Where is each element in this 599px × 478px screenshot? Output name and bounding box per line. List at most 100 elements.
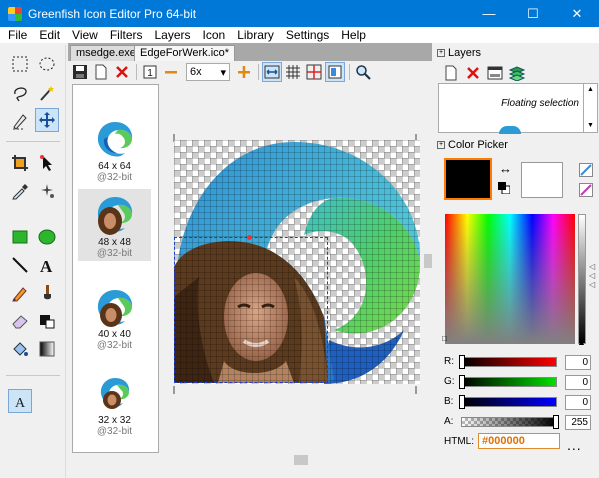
fill-tool[interactable] [35, 309, 59, 333]
menu-help[interactable]: Help [335, 28, 372, 42]
zoom-out-button[interactable] [161, 62, 181, 82]
save-button[interactable] [70, 62, 90, 82]
secondary-color-swatch[interactable] [521, 162, 563, 198]
color-picker-header[interactable]: + Color Picker [437, 138, 508, 152]
zoom-in-button[interactable] [234, 62, 254, 82]
close-button[interactable]: ✕ [555, 0, 599, 27]
list-item[interactable]: 32 x 32 @32-bit [78, 367, 151, 437]
menu-icon[interactable]: Icon [197, 28, 232, 42]
red-label: R: [444, 356, 454, 367]
canvas-area[interactable] [160, 84, 432, 454]
sparkle-tool[interactable] [35, 179, 59, 203]
ellipse-tool[interactable] [35, 225, 59, 249]
minimize-button[interactable]: — [467, 0, 511, 27]
move-tool[interactable] [35, 108, 59, 132]
list-item[interactable]: 40 x 40 @32-bit [78, 281, 151, 351]
frame-number-button[interactable]: 1 [140, 62, 160, 82]
pen-select-tool[interactable] [8, 109, 32, 133]
collapse-icon[interactable]: + [437, 49, 445, 57]
blue-slider-knob[interactable] [459, 395, 465, 409]
more-colors-button[interactable]: ... [567, 437, 582, 453]
brush-tool[interactable] [35, 281, 59, 305]
eyedropper-tool[interactable] [8, 179, 32, 203]
vertical-scrollbar-thumb[interactable] [424, 254, 432, 268]
new-layer-button[interactable] [441, 63, 461, 83]
center-guide-button[interactable] [304, 62, 324, 82]
maximize-button[interactable]: ☐ [511, 0, 555, 27]
scroll-down-arrow-icon[interactable]: ▼ [587, 122, 594, 129]
horizontal-scrollbar-thumb[interactable] [294, 455, 308, 465]
menu-layers[interactable]: Layers [149, 28, 197, 42]
layer-list-scrollbar[interactable]: ▲ ▼ [584, 83, 598, 133]
layers-header[interactable]: + Layers [437, 46, 481, 60]
tab-msedge[interactable]: msedge.exe [70, 45, 142, 61]
frame-number-icon: 1 [143, 65, 157, 79]
app-icon [8, 6, 22, 21]
tab-edgeforwerk[interactable]: EdgeForWerk.ico* [134, 45, 236, 61]
horizontal-scrollbar[interactable] [166, 453, 432, 467]
red-slider-knob[interactable] [459, 355, 465, 369]
alpha-slider[interactable] [461, 417, 557, 427]
magic-wand-icon [40, 86, 54, 101]
red-value-input[interactable]: 0 [565, 355, 591, 370]
swap-colors-icon[interactable]: ↔ [499, 161, 512, 176]
list-item[interactable]: 64 x 64 @32-bit [78, 113, 151, 183]
red-slider[interactable] [461, 357, 557, 367]
pointer-icon [40, 155, 52, 171]
menu-file[interactable]: File [2, 28, 33, 42]
color-mode-button[interactable] [579, 163, 593, 177]
gradient-tool[interactable] [35, 337, 59, 361]
rect-select-tool[interactable] [8, 52, 32, 76]
collapse-icon[interactable]: + [437, 141, 445, 149]
paint-bucket-tool[interactable] [8, 337, 32, 361]
green-slider[interactable] [461, 377, 557, 387]
merge-layers-button[interactable] [507, 63, 527, 83]
green-value-input[interactable]: 0 [565, 375, 591, 390]
menu-edit[interactable]: Edit [33, 28, 66, 42]
pointer-tool[interactable] [35, 151, 59, 175]
line-tool[interactable] [8, 253, 32, 277]
icon-format-list[interactable]: 64 x 64 @32-bit 48 x 48 @32-bit 40 x 40 … [72, 84, 159, 453]
antialias-toggle[interactable]: A [8, 389, 32, 413]
floating-selection-marquee[interactable] [174, 235, 328, 383]
rectangle-tool[interactable] [8, 225, 32, 249]
menu-library[interactable]: Library [231, 28, 280, 42]
text-tool[interactable]: A [35, 253, 59, 277]
alpha-slider-knob[interactable] [553, 415, 559, 429]
hue-saturation-field[interactable] [445, 214, 575, 344]
lasso-tool[interactable] [8, 81, 32, 105]
preview-button[interactable] [325, 62, 345, 82]
green-slider-knob[interactable] [459, 375, 465, 389]
layer-properties-button[interactable] [485, 63, 505, 83]
html-color-input[interactable]: #000000 [478, 433, 560, 449]
menu-view[interactable]: View [66, 28, 104, 42]
blue-slider[interactable] [461, 397, 557, 407]
blank-page-icon [95, 64, 107, 80]
zoom-select[interactable]: 6x ▾ [186, 63, 230, 81]
alpha-value-input[interactable]: 255 [565, 415, 591, 430]
reset-colors-icon[interactable] [498, 182, 510, 194]
layer-item-floating-selection[interactable]: Floating selection [501, 98, 579, 109]
picker-corner-marker: □ [442, 334, 447, 343]
search-button[interactable] [353, 62, 373, 82]
menu-filters[interactable]: Filters [104, 28, 149, 42]
list-item-selected[interactable]: 48 x 48 @32-bit [78, 189, 151, 261]
pixel-grid-button[interactable] [283, 62, 303, 82]
delete-button[interactable] [112, 62, 132, 82]
primary-color-swatch[interactable] [444, 158, 492, 200]
delete-layer-button[interactable] [463, 63, 483, 83]
crop-tool[interactable] [8, 151, 32, 175]
fit-width-button[interactable] [262, 62, 282, 82]
menu-settings[interactable]: Settings [280, 28, 335, 42]
magic-wand-tool[interactable] [35, 81, 59, 105]
eraser-tool[interactable] [8, 309, 32, 333]
blue-value-input[interactable]: 0 [565, 395, 591, 410]
brightness-slider[interactable] [578, 214, 586, 344]
pencil-tool[interactable] [8, 281, 32, 305]
ellipse-select-tool[interactable] [35, 52, 59, 76]
selection-handle[interactable] [247, 235, 252, 240]
scroll-up-arrow-icon[interactable]: ▲ [587, 86, 594, 93]
new-page-button[interactable] [91, 62, 111, 82]
palette-mode-button[interactable] [579, 183, 593, 197]
layer-list[interactable]: Floating selection [438, 83, 584, 134]
